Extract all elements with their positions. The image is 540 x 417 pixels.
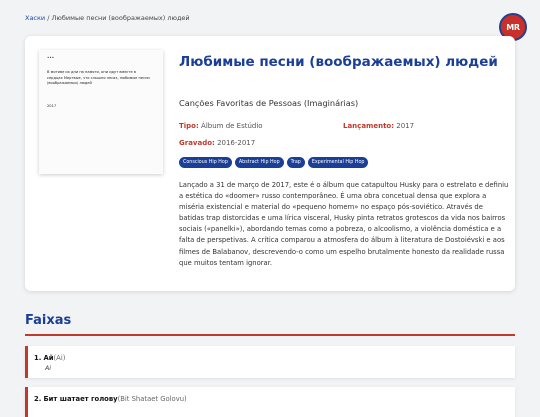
breadcrumb-artist-link[interactable]: Хаски — [25, 14, 45, 22]
album-card: ••• В мотиве их дни на памяти, они идут … — [25, 36, 515, 291]
meta-type: Tipo: Álbum de Estúdio — [179, 122, 263, 130]
album-cover: ••• В мотиве их дни на памяти, они идут … — [39, 50, 163, 174]
album-subtitle: Canções Favoritas de Pessoas (Imaginária… — [179, 98, 359, 108]
logo-text: MR — [506, 22, 520, 32]
track-name: Ай — [43, 354, 54, 362]
meta-release: Lançamento: 2017 — [343, 122, 414, 130]
breadcrumb-current: Любимые песни (воображаемых) людей — [51, 14, 190, 22]
track-name: Бит шатает голову — [43, 395, 118, 403]
track-item[interactable]: 2. Бит шатает голову(Bit Shataet Golovu) — [25, 387, 515, 417]
section-divider — [25, 334, 515, 336]
genre-tags: Conscious Hip Hop Abstract Hip Hop Trap … — [179, 157, 369, 168]
meta-type-value: Álbum de Estúdio — [201, 122, 263, 130]
genre-tag[interactable]: Trap — [286, 157, 305, 168]
breadcrumb: Хаски / Любимые песни (воображаемых) люд… — [25, 14, 190, 22]
track-transliteration: (Bit Shataet Golovu) — [117, 395, 187, 403]
genre-tag[interactable]: Abstract Hip Hop — [234, 157, 284, 168]
track-number: 1. — [34, 354, 42, 362]
meta-release-label: Lançamento: — [343, 122, 395, 130]
genre-tag[interactable]: Conscious Hip Hop — [179, 157, 232, 168]
track-item[interactable]: 1. Ай(Ai) Ai — [25, 346, 515, 378]
cover-text: В мотиве их дни на памяти, они идут вмес… — [47, 70, 150, 86]
cover-year: 2017 — [47, 104, 57, 108]
cover-dots: ••• — [47, 55, 55, 60]
meta-type-label: Tipo: — [179, 122, 199, 130]
track-title: 1. Ай(Ai) — [34, 354, 65, 362]
album-description: Lançado a 31 de março de 2017, este é o … — [179, 181, 509, 267]
meta-release-value: 2017 — [396, 122, 415, 130]
meta-recorded-label: Gravado: — [179, 139, 215, 147]
track-title: 2. Бит шатает голову(Bit Shataet Golovu) — [34, 395, 187, 403]
track-transliteration: (Ai) — [53, 354, 66, 362]
track-number: 2. — [34, 395, 42, 403]
meta-recorded: Gravado: 2016-2017 — [179, 139, 255, 147]
track-subtitle: Ai — [45, 365, 52, 372]
album-title: Любимые песни (воображаемых) людей — [179, 54, 498, 70]
genre-tag[interactable]: Experimental Hip Hop — [307, 157, 369, 168]
meta-recorded-value: 2016-2017 — [217, 139, 256, 147]
tracks-heading: Faixas — [25, 313, 72, 328]
